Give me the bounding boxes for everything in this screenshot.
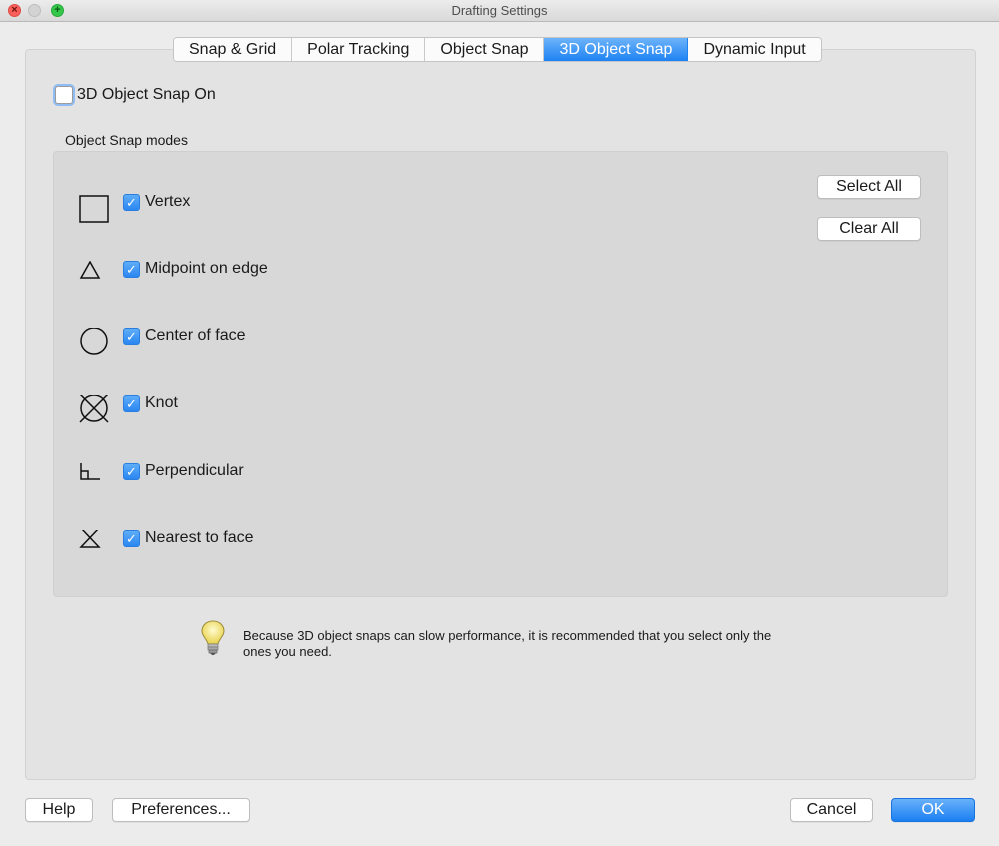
mode-midpoint-on-edge[interactable]: ✓ Midpoint on edge <box>54 260 454 291</box>
hourglass-icon <box>79 530 101 548</box>
circle-x-icon <box>79 395 109 423</box>
knot-checkbox[interactable]: ✓ <box>123 395 140 412</box>
vertex-label: Vertex <box>145 193 191 210</box>
perpendicular-label: Perpendicular <box>145 462 244 479</box>
object-snap-modes-group: ✓ Vertex ✓ Midpoint on edge ✓ Center of … <box>53 151 948 597</box>
object-snap-modes-title: Object Snap modes <box>65 132 188 148</box>
mode-knot[interactable]: ✓ Knot <box>54 394 454 425</box>
cancel-button[interactable]: Cancel <box>790 798 873 822</box>
mode-perpendicular[interactable]: ✓ Perpendicular <box>54 462 454 493</box>
3d-object-snap-label: 3D Object Snap On <box>77 86 216 103</box>
midpoint-on-edge-label: Midpoint on edge <box>145 260 268 277</box>
tab-snap-grid[interactable]: Snap & Grid <box>174 38 293 61</box>
nearest-to-face-label: Nearest to face <box>145 529 254 546</box>
square-icon <box>79 195 109 223</box>
3d-object-snap-checkbox[interactable] <box>55 86 73 104</box>
mode-nearest-to-face[interactable]: ✓ Nearest to face <box>54 529 454 560</box>
tab-object-snap[interactable]: Object Snap <box>425 38 545 61</box>
perpendicular-icon <box>80 463 100 480</box>
tab-bar: Snap & Grid Polar Tracking Object Snap 3… <box>173 37 822 62</box>
ok-button[interactable]: OK <box>891 798 975 822</box>
3d-object-snap-toggle[interactable]: 3D Object Snap On <box>55 86 216 104</box>
midpoint-on-edge-checkbox[interactable]: ✓ <box>123 261 140 278</box>
tab-polar-tracking[interactable]: Polar Tracking <box>292 38 426 61</box>
perpendicular-checkbox[interactable]: ✓ <box>123 463 140 480</box>
mode-vertex[interactable]: ✓ Vertex <box>54 193 454 224</box>
title-bar: × + Drafting Settings <box>0 0 999 22</box>
lightbulb-icon <box>201 620 225 655</box>
nearest-to-face-checkbox[interactable]: ✓ <box>123 530 140 547</box>
hint-text: Because 3D object snaps can slow perform… <box>243 628 772 659</box>
center-of-face-checkbox[interactable]: ✓ <box>123 328 140 345</box>
window-title: Drafting Settings <box>451 3 548 18</box>
help-button[interactable]: Help <box>25 798 93 822</box>
preferences-button[interactable]: Preferences... <box>112 798 250 822</box>
vertex-checkbox[interactable]: ✓ <box>123 194 140 211</box>
tab-dynamic-input[interactable]: Dynamic Input <box>688 38 821 61</box>
knot-label: Knot <box>145 394 178 411</box>
mode-center-of-face[interactable]: ✓ Center of face <box>54 327 454 358</box>
circle-icon <box>80 328 108 355</box>
triangle-icon <box>79 261 101 279</box>
tab-3d-object-snap[interactable]: 3D Object Snap <box>544 38 689 61</box>
clear-all-button[interactable]: Clear All <box>817 217 921 241</box>
select-all-button[interactable]: Select All <box>817 175 921 199</box>
center-of-face-label: Center of face <box>145 327 246 344</box>
